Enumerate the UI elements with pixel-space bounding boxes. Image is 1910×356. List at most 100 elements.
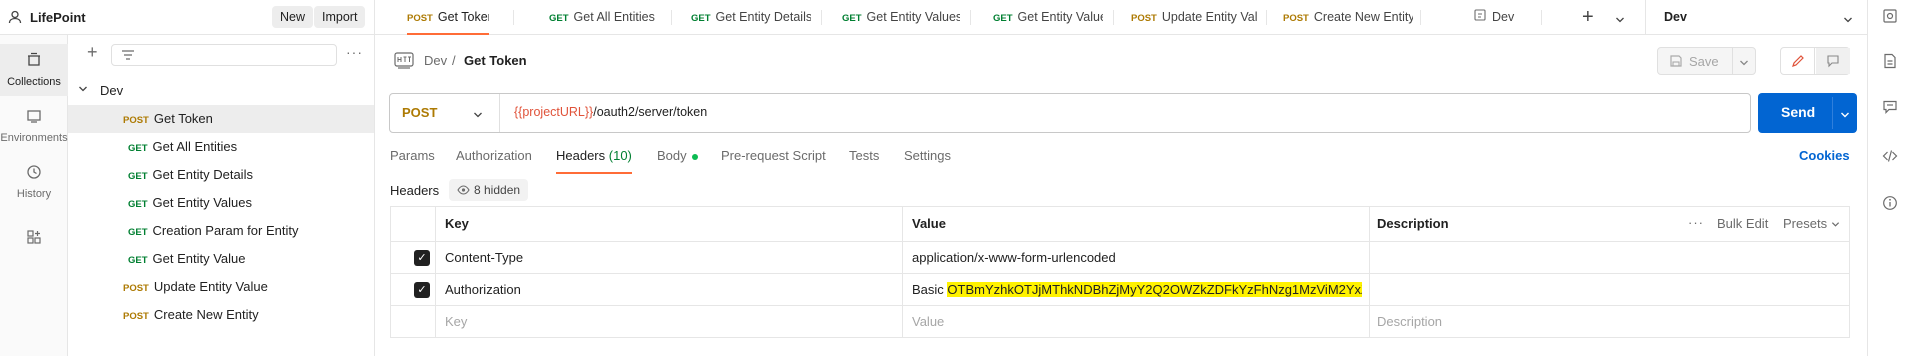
- tab-label: Get Entity Values: [866, 10, 960, 24]
- tab-get-entity-details[interactable]: GET Get Entity Details: [691, 0, 811, 35]
- environment-name: Dev: [1664, 10, 1687, 24]
- method-select[interactable]: POST: [390, 94, 500, 132]
- sidebar-item-update-entity-value[interactable]: POST Update Entity Value: [68, 273, 374, 301]
- headers-section-title: Headers: [390, 183, 440, 198]
- tab-body[interactable]: Body: [657, 148, 699, 172]
- sidebar-item-get-all-entities[interactable]: GET Get All Entities: [68, 133, 374, 161]
- new-value-input[interactable]: Value: [912, 312, 944, 332]
- sidebar-item-get-entity-details[interactable]: GET Get Entity Details: [68, 161, 374, 189]
- rail-history[interactable]: History: [0, 156, 68, 208]
- tab-params[interactable]: Params: [390, 148, 435, 172]
- header-value[interactable]: Basic OTBmYzhkOTJjMThkNDBhZjMyY2Q2OWZkZD…: [912, 280, 1362, 300]
- comment-view-icon[interactable]: [1816, 48, 1850, 74]
- sidebar-item-create-new-entity[interactable]: POST Create New Entity: [68, 301, 374, 329]
- sidebar-item-get-entity-values[interactable]: GET Get Entity Values: [68, 189, 374, 217]
- tab-label: Get Entity Value: [1017, 10, 1103, 24]
- environment-quicklook-icon[interactable]: [1868, 8, 1910, 27]
- code-icon[interactable]: [1868, 148, 1910, 167]
- presets-button[interactable]: Presets: [1783, 214, 1840, 235]
- tab-create-new-entity[interactable]: POST Create New Entity: [1283, 0, 1413, 35]
- url-input[interactable]: {{projectURL}}/oauth2/server/token: [514, 105, 707, 119]
- send-chevron-icon[interactable]: [1840, 107, 1850, 123]
- header-key[interactable]: Authorization: [445, 280, 521, 300]
- table-more-icon[interactable]: ···: [1688, 213, 1704, 233]
- more-icon[interactable]: ···: [346, 44, 363, 60]
- headers-count: (10): [608, 148, 632, 163]
- tab-get-entity-values[interactable]: GET Get Entity Values: [842, 0, 960, 35]
- documentation-icon[interactable]: [1868, 53, 1910, 72]
- tabs-chevron-down-icon[interactable]: [1615, 13, 1625, 28]
- sidebar-item-label: Create New Entity: [153, 307, 259, 322]
- new-button[interactable]: New: [272, 6, 314, 28]
- tab-update-entity-value[interactable]: POST Update Entity Value: [1131, 0, 1258, 35]
- header-value-token: OTBmYzhkOTJjMThkNDBhZjMyY2Q2OWZkZDFkYzFh…: [947, 282, 1362, 297]
- row-enabled-checkbox[interactable]: ✓: [414, 250, 430, 266]
- new-tab-icon[interactable]: +: [1582, 6, 1594, 29]
- breadcrumb-collection[interactable]: Dev: [424, 53, 447, 68]
- table-row-new: Key Value Description: [391, 306, 1849, 337]
- save-button[interactable]: Save: [1689, 54, 1719, 69]
- method-value: POST: [402, 105, 438, 120]
- sidebar-item-get-entity-value[interactable]: GET Get Entity Value: [68, 245, 374, 273]
- hidden-headers-toggle[interactable]: 8 hidden: [449, 179, 529, 202]
- tab-prerequest-script[interactable]: Pre-request Script: [721, 148, 826, 172]
- tab-headers[interactable]: Headers (10): [556, 148, 632, 174]
- sidebar-item-label: Creation Param for Entity: [152, 223, 299, 238]
- filter-input[interactable]: [111, 44, 337, 66]
- tab-label: Create New Entity: [1313, 10, 1413, 24]
- tab-tests[interactable]: Tests: [849, 148, 879, 172]
- filter-icon: [121, 48, 135, 62]
- save-chevron-icon[interactable]: [1739, 56, 1749, 71]
- history-icon: [26, 164, 42, 184]
- environment-chevron-icon: [1843, 13, 1853, 28]
- method-badge: POST: [123, 283, 149, 294]
- tab-get-entity-value[interactable]: GET Get Entity Value: [993, 0, 1103, 35]
- workspace-name[interactable]: LifePoint: [30, 10, 86, 25]
- rail-collections-label: Collections: [7, 76, 61, 88]
- header-value[interactable]: application/x-www-form-urlencoded: [912, 248, 1116, 268]
- send-label: Send: [1781, 104, 1816, 120]
- send-button[interactable]: Send: [1758, 93, 1857, 133]
- rail-collections[interactable]: Collections: [0, 44, 68, 96]
- add-icon[interactable]: +: [87, 42, 98, 63]
- collection-name: Dev: [100, 83, 124, 98]
- tab-headers-label: Headers: [556, 148, 606, 163]
- tab-label: Get Token: [437, 10, 489, 24]
- rail-environments[interactable]: Environments: [0, 100, 68, 152]
- sidebar-item-label: Get All Entities: [152, 139, 238, 154]
- hidden-headers-label: 8 hidden: [474, 183, 521, 197]
- import-button[interactable]: Import: [314, 6, 366, 28]
- save-icon: [1669, 54, 1683, 71]
- tab-environment-dev[interactable]: Dev: [1474, 0, 1534, 35]
- new-description-input[interactable]: Description: [1377, 312, 1442, 332]
- method-badge: GET: [993, 13, 1013, 24]
- info-icon[interactable]: [1868, 195, 1910, 214]
- page-title[interactable]: Get Token: [464, 53, 527, 68]
- tab-get-all-entities[interactable]: GET Get All Entities: [549, 0, 659, 35]
- tab-authorization[interactable]: Authorization: [456, 148, 532, 172]
- eye-icon: [457, 180, 470, 202]
- sidebar-item-creation-param[interactable]: GET Creation Param for Entity: [68, 217, 374, 245]
- column-header-key: Key: [445, 216, 469, 231]
- bulk-edit-button[interactable]: Bulk Edit: [1717, 214, 1768, 234]
- method-badge: GET: [128, 143, 148, 154]
- header-key[interactable]: Content-Type: [445, 248, 523, 268]
- view-mode-toggle: [1780, 47, 1850, 75]
- rail-configure[interactable]: [0, 215, 68, 267]
- environment-selector[interactable]: Dev: [1645, 0, 1867, 35]
- collection-dev[interactable]: Dev: [68, 77, 374, 105]
- tab-get-token[interactable]: POST Get Token: [407, 0, 489, 35]
- cookies-link[interactable]: Cookies: [1799, 148, 1850, 172]
- chevron-down-icon: [78, 77, 88, 105]
- rail-environments-label: Environments: [0, 132, 68, 144]
- environment-icon: [1474, 0, 1486, 35]
- sidebar-item-get-token[interactable]: POST Get Token: [68, 105, 374, 133]
- new-key-input[interactable]: Key: [445, 312, 467, 332]
- sidebar-item-label: Get Entity Details: [152, 167, 253, 182]
- comments-icon[interactable]: [1868, 99, 1910, 118]
- method-badge: GET: [128, 255, 148, 266]
- tab-settings[interactable]: Settings: [904, 148, 951, 172]
- edit-icon[interactable]: [1781, 48, 1815, 74]
- url-path: /oauth2/server/token: [593, 105, 708, 119]
- row-enabled-checkbox[interactable]: ✓: [414, 282, 430, 298]
